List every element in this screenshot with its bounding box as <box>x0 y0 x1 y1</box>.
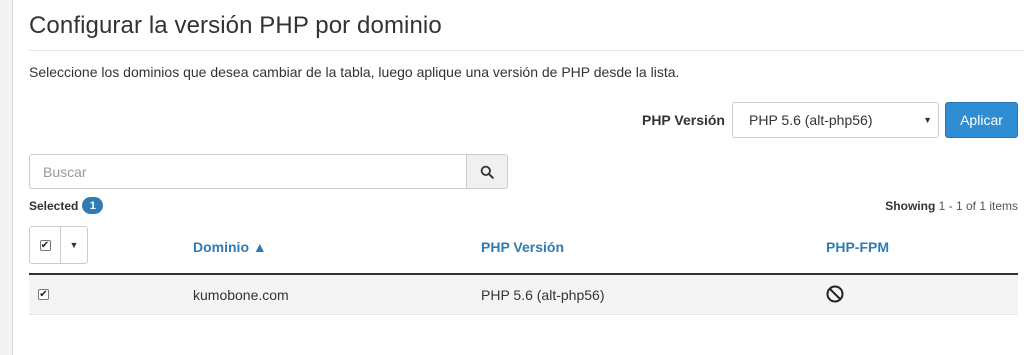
php-version-label: PHP Versión <box>641 111 725 128</box>
title-divider <box>29 50 1024 51</box>
pagination-summary: Showing 1 - 1 of 1 items <box>885 199 1018 213</box>
column-header-php-fpm[interactable]: PHP-FPM <box>826 239 889 255</box>
select-caret-icon: ▼ <box>923 114 932 125</box>
prohibited-icon <box>826 285 844 303</box>
search-icon <box>480 165 494 179</box>
select-all-checkbox[interactable]: ✔ <box>29 226 61 264</box>
php-version-select[interactable]: PHP 5.6 (alt-php56) ▼ <box>732 101 939 138</box>
pagination-prefix: Showing <box>885 199 936 213</box>
instructions-text: Seleccione los dominios que desea cambia… <box>29 64 680 80</box>
select-all-control: ✔ ▼ <box>29 226 88 264</box>
column-header-domain[interactable]: Dominio ▲ <box>193 239 267 255</box>
caret-down-icon: ▼ <box>69 240 79 250</box>
php-version-select-value: PHP 5.6 (alt-php56) <box>749 111 873 128</box>
row-domain: kumobone.com <box>193 287 289 303</box>
checkbox-checked-icon: ✔ <box>39 239 51 251</box>
table-header: ✔ ▼ Dominio ▲ PHP Versión PHP-FPM <box>29 224 1018 275</box>
page-title: Configurar la versión PHP por dominio <box>29 12 442 39</box>
select-options-dropdown[interactable]: ▼ <box>61 226 88 264</box>
domains-table: ✔ ▼ Dominio ▲ PHP Versión PHP-FPM ✔ kumo… <box>29 224 1018 315</box>
php-version-controls: PHP Versión PHP 5.6 (alt-php56) ▼ Aplica… <box>642 101 1018 138</box>
apply-button[interactable]: Aplicar <box>945 101 1018 138</box>
selected-badge: 1 <box>82 197 104 214</box>
row-checkbox[interactable]: ✔ <box>38 289 49 300</box>
pagination-range: 1 - 1 of 1 items <box>938 199 1018 213</box>
selected-label: Selected <box>29 198 79 213</box>
row-php-fpm <box>826 285 844 306</box>
search-input[interactable]: Buscar <box>29 154 466 189</box>
table-row[interactable]: ✔ kumobone.com PHP 5.6 (alt-php56) <box>29 275 1018 315</box>
search-bar: Buscar <box>29 154 508 189</box>
checkbox-checked-icon: ✔ <box>38 289 49 300</box>
selected-count: Selected 1 <box>29 197 104 214</box>
search-button[interactable] <box>466 154 508 189</box>
left-sidebar-rail <box>0 0 13 355</box>
row-php-version: PHP 5.6 (alt-php56) <box>481 287 605 303</box>
column-header-php-version[interactable]: PHP Versión <box>481 239 564 255</box>
